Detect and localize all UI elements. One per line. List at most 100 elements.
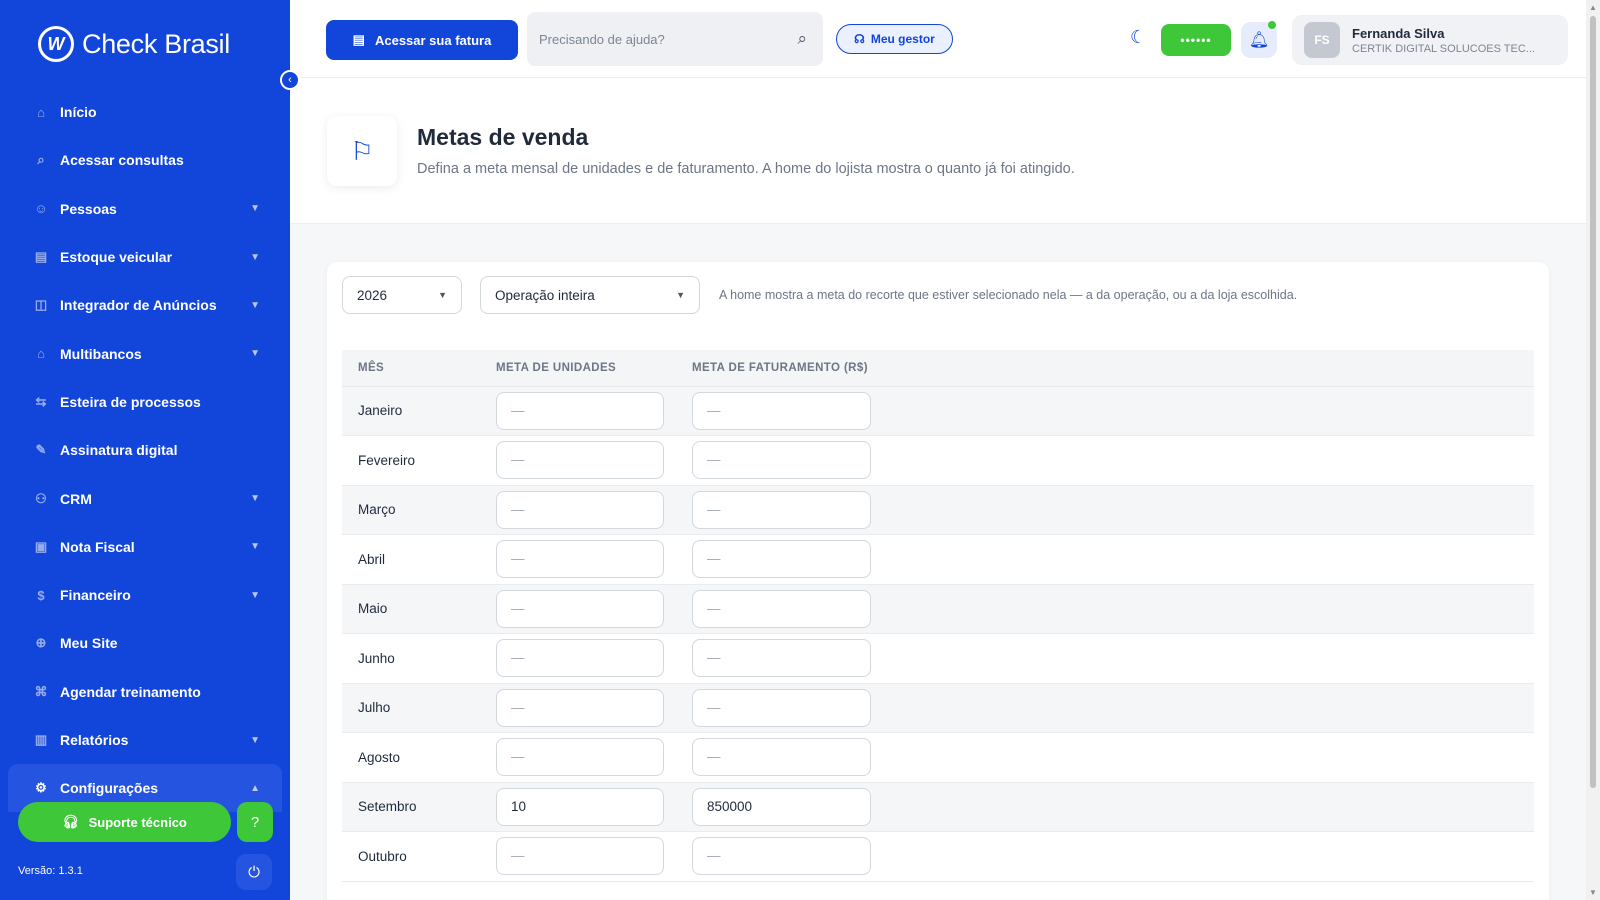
scope-select[interactable]: Operação inteira ▼ [480,276,700,314]
table-row: Março — — [342,485,1534,535]
units-goal-cell: — [480,584,676,634]
user-company: CERTIK DIGITAL SOLUCOES TEC... [1352,42,1535,55]
header-revenue: META DE FATURAMENTO (R$) [676,350,1534,387]
training-icon: ⌘ [34,683,48,699]
units-goal-cell: — [480,435,676,486]
units-goal-input[interactable]: — [496,688,664,727]
access-invoice-button[interactable]: ▤ Acessar sua fatura [326,20,518,60]
help-button[interactable]: ? [237,802,273,842]
sidebar-item-label: Nota Fiscal [60,538,135,555]
revenue-goal-input[interactable]: — [692,589,871,628]
revenue-goal-input[interactable]: — [692,688,871,727]
question-icon: ? [250,813,260,831]
table-row: Agosto — — [342,732,1534,783]
sidebar-item-label: Assinatura digital [60,442,178,459]
sidebar-item-label: Esteira de processos [60,393,201,410]
sidebar-item-label: Início [60,104,97,121]
sidebar-item-12[interactable]: ⌘ Agendar treinamento [8,668,282,716]
sidebar-item-4[interactable]: ◫ Integrador de Anúncios ▼ [8,281,282,329]
units-goal-input[interactable]: — [496,490,664,529]
revenue-goal-cell: — [676,435,1534,486]
revenue-goal-input[interactable]: — [692,540,871,579]
support-row: 🎧︎ Suporte técnico ? [18,802,273,842]
sidebar-item-8[interactable]: ⚇ CRM ▼ [8,474,282,522]
brand[interactable]: W Check Brasil [38,26,230,62]
masked-value-toggle[interactable]: •••••• [1161,24,1231,56]
sidebar-item-label: Relatórios [60,732,129,748]
scroll-up-icon[interactable]: ▲ [1589,3,1597,12]
globe-icon: ⊕ [35,635,47,651]
table-row: Outubro — — [342,831,1534,882]
month-cell: Janeiro [342,386,480,436]
sidebar-item-label: Estoque veicular [60,249,173,266]
chevron-up-icon: ▲ [250,782,260,794]
page-scrollbar[interactable]: ▲ ▼ [1586,0,1600,900]
units-goal-input[interactable]: — [496,589,664,628]
chevron-down-icon: ▼ [250,734,260,746]
sidebar-item-2[interactable]: ☺ Pessoas ▼ [8,185,282,233]
sidebar-item-5[interactable]: ⌂ Multibancos ▼ [8,329,282,377]
page-header: ⚐ Metas de venda Defina a meta mensal de… [290,78,1586,224]
units-goal-input[interactable]: — [496,540,664,579]
sidebar-item-3[interactable]: ▤ Estoque veicular ▼ [8,233,282,281]
month-cell: Outubro [342,831,480,882]
sidebar-item-6[interactable]: ⇆ Esteira de processos [8,378,282,426]
units-goal-cell: — [480,683,676,733]
headset-icon: 🎧︎ [62,814,79,829]
scroll-thumb[interactable] [1590,16,1596,788]
sidebar-item-10[interactable]: $ Financeiro ▼ [8,571,282,619]
revenue-goal-cell: — [676,732,1534,783]
dark-mode-toggle-icon[interactable]: ☾ [1130,27,1146,48]
sidebar-item-9[interactable]: ▣ Nota Fiscal ▼ [8,523,282,571]
year-select[interactable]: 2026 ▼ [342,276,462,314]
scroll-down-icon[interactable]: ▼ [1589,888,1597,897]
revenue-goal-input[interactable]: — [692,738,871,777]
units-goal-input[interactable]: — [496,391,664,430]
sidebar-item-label: Integrador de Anúncios [60,297,217,314]
revenue-goal-cell: 850000 [676,782,1534,832]
people-icon: ☺ [34,201,48,217]
bank-icon: ⌂ [37,346,45,362]
collapse-sidebar-button[interactable]: ‹ [280,70,300,90]
units-goal-input[interactable]: — [496,441,664,480]
revenue-goal-input[interactable]: — [692,441,871,480]
units-goal-input[interactable]: — [496,639,664,678]
revenue-goal-input[interactable]: — [692,391,871,430]
sidebar-item-11[interactable]: ⊕ Meu Site [8,619,282,667]
user-name: Fernanda Silva [1352,25,1445,41]
revenue-goal-input[interactable]: — [692,837,871,876]
topbar: ▤ Acessar sua fatura Precisando de ajuda… [290,0,1586,78]
units-goal-input[interactable]: — [496,738,664,777]
sidebar-item-label: Multibancos [60,345,142,362]
chevron-down-icon: ▼ [250,541,260,553]
user-menu[interactable]: FS Fernanda Silva CERTIK DIGITAL SOLUCOE… [1292,15,1568,65]
sidebar-item-1[interactable]: ⌕ Acessar consultas [8,136,282,184]
table-row: Setembro 10 850000 [342,782,1534,832]
chevron-down-icon: ▼ [250,299,260,311]
sidebar-item-label: CRM [60,490,92,507]
page-subtitle: Defina a meta mensal de unidades e de fa… [417,161,1075,177]
month-cell: Abril [342,534,480,585]
my-manager-button[interactable]: ☊ Meu gestor [836,24,953,54]
goals-table: MÊS META DE UNIDADES META DE FATURAMENTO… [342,350,1534,882]
year-select-value: 2026 [357,287,388,303]
sidebar-item-7[interactable]: ✎ Assinatura digital [8,426,282,474]
filter-note: A home mostra a meta do recorte que esti… [719,288,1298,302]
invoice-icon: ▣ [34,538,48,554]
sidebar-item-0[interactable]: ⌂ Início [8,88,282,136]
help-search-input[interactable]: Precisando de ajuda? ⌕ [527,12,823,66]
flag-icon: ⚐ [327,116,397,186]
sidebar-item-13[interactable]: ▥ Relatórios ▼ [8,716,282,764]
revenue-goal-input[interactable]: 850000 [692,787,871,826]
page-title: Metas de venda [417,124,589,150]
support-button[interactable]: 🎧︎ Suporte técnico [18,802,231,842]
month-cell: Junho [342,633,480,684]
revenue-goal-input[interactable]: — [692,639,871,678]
units-goal-input[interactable]: 10 [496,787,664,826]
revenue-goal-input[interactable]: — [692,490,871,529]
chevron-down-icon: ▼ [250,589,260,601]
revenue-goal-cell: — [676,386,1534,436]
units-goal-input[interactable]: — [496,837,664,876]
logout-button[interactable]: ⏻ [236,854,272,890]
filters-row: 2026 ▼ Operação inteira ▼ A home mostra … [342,276,1297,314]
